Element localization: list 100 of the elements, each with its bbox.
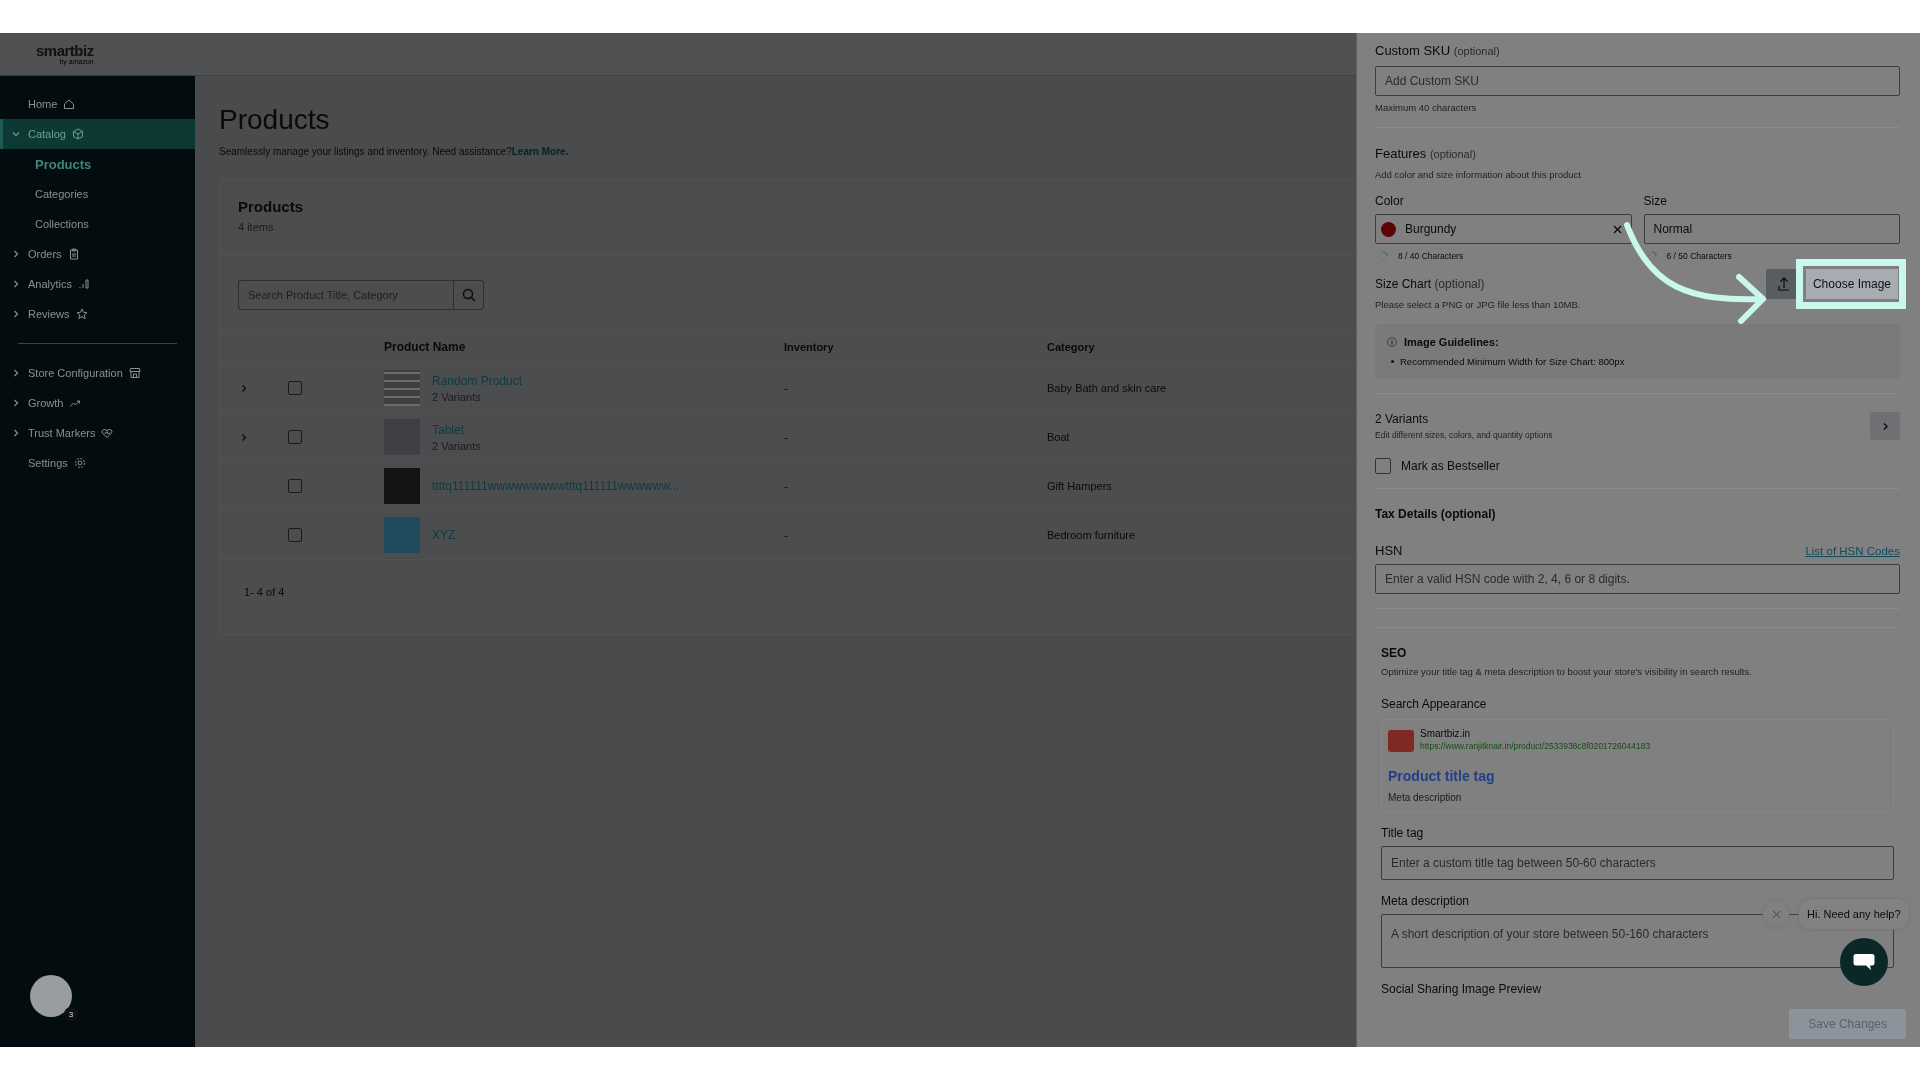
row-checkbox[interactable] (288, 430, 302, 444)
chevron-icon (12, 310, 20, 318)
info-icon (1387, 337, 1397, 347)
table-cell-text: Baby Bath and skin care (1047, 382, 1168, 394)
loading-ring-icon (1646, 251, 1657, 261)
field-hint: Maximum 40 characters (1375, 102, 1478, 113)
sidebar-item[interactable]: Settings (0, 448, 195, 478)
field-label: HSN (1375, 543, 1403, 558)
chat-bubble[interactable]: Hi. Need any help? (1799, 899, 1909, 929)
sidebar-item[interactable]: Orders (0, 239, 195, 269)
section-description: Edit different sizes, colors, and quantity options (1375, 430, 1553, 440)
column-header: Product Name (384, 340, 467, 354)
site-logo (1388, 730, 1414, 752)
table-cell-text: - (784, 480, 789, 492)
notification-badge: 3 (64, 1007, 78, 1021)
field-label: Title tag (1381, 826, 1425, 840)
clip-icon (67, 248, 80, 260)
column-header: Inventory (784, 341, 835, 353)
card-title: Products (238, 198, 304, 215)
table-cell-text: - (784, 382, 789, 394)
page-subtitle: Seamlessly manage your listings and inventory. Need assistance? (219, 146, 512, 157)
cube-icon (71, 128, 84, 140)
expand-chevron-icon[interactable] (240, 383, 248, 393)
row-checkbox[interactable] (288, 528, 302, 542)
bars-icon (78, 278, 91, 290)
table-cell-text: Gift Hampers (1047, 480, 1113, 492)
home-icon (63, 98, 76, 110)
sidebar-item[interactable]: Growth (0, 388, 195, 418)
close-icon (1771, 909, 1781, 919)
field-label: Custom SKU (1375, 43, 1451, 58)
search-button[interactable] (453, 280, 484, 310)
store-icon (128, 367, 141, 379)
section-title: Tax Details (optional) (1375, 507, 1497, 521)
trend-icon (69, 397, 82, 409)
section-title: Features (1375, 146, 1427, 161)
sidebar-item[interactable]: Catalog (0, 119, 195, 149)
guidelines-title: Image Guidelines: (1404, 336, 1499, 348)
column-header: Category (1047, 341, 1096, 353)
star-icon (75, 308, 88, 320)
color-field[interactable]: Burgundy (1375, 214, 1632, 244)
expand-chevron-icon[interactable] (240, 432, 248, 442)
site-name: Smartbiz.in (1420, 728, 1471, 739)
field-label: Meta description (1381, 894, 1471, 908)
size-field[interactable]: Normal (1643, 214, 1900, 244)
optional-note: (optional) (1429, 148, 1476, 160)
field-label: Size Chart (1375, 277, 1432, 291)
checkbox-label: Mark as Bestseller (1401, 459, 1500, 473)
clear-icon[interactable] (1612, 224, 1622, 234)
section-description: Optimize your title tag & meta description to boost your store's visibility in search results. (1381, 666, 1753, 677)
section-title: 2 Variants (1375, 412, 1430, 426)
sidebar-subitem[interactable]: Collections (0, 209, 195, 239)
loading-ring-icon (1378, 251, 1388, 261)
preview-title: Product title tag (1388, 768, 1496, 784)
guideline-text: Recommended Minimum Width for Size Chart: 800px (1400, 356, 1625, 367)
optional-note: (optional) (1453, 45, 1500, 57)
bullet-icon (1391, 360, 1394, 363)
field-label: Social Sharing Image Preview (1381, 982, 1543, 996)
row-checkbox[interactable] (288, 479, 302, 493)
hsn-field[interactable]: Enter a valid HSN code with 2, 4, 6 or 8 digits. (1375, 564, 1900, 594)
upload-icon (1777, 277, 1790, 291)
chevron-icon (12, 429, 20, 437)
bestseller-checkbox[interactable] (1375, 458, 1391, 474)
product-thumbnail (384, 468, 420, 504)
chat-button[interactable] (1840, 938, 1888, 986)
chevron-right-icon (1881, 421, 1889, 431)
pagination-text: 1- 4 of 4 (243, 585, 286, 600)
table-cell-text: Bedroom furniture (1047, 529, 1137, 541)
custom-sku-field[interactable]: Add Custom SKU (1375, 66, 1900, 96)
search-icon (461, 288, 476, 302)
next-button[interactable] (1870, 412, 1900, 440)
preview-description: Meta description (1388, 792, 1463, 803)
chevron-icon (12, 399, 20, 407)
page-url: https://www.ranjitknair.in/product/2533938c8f0201726044183 (1420, 741, 1651, 751)
account-avatar[interactable] (30, 975, 72, 1017)
section-title: SEO (1381, 646, 1408, 660)
field-hint: Please select a PNG or JPG file less than 10MB. (1375, 299, 1581, 310)
sidebar-item[interactable]: Reviews (0, 299, 195, 329)
field-label: Size (1643, 194, 1668, 208)
product-thumbnail (384, 370, 420, 406)
title-tag-field[interactable]: Enter a custom title tag between 50-60 characters (1381, 846, 1894, 880)
gear-icon (73, 457, 86, 469)
chevron-icon (12, 280, 20, 288)
chat-icon (1853, 953, 1875, 971)
choose-image-button[interactable]: Choose Image (1805, 269, 1898, 299)
character-counter: 6 / 50 Characters (1666, 251, 1732, 261)
sidebar-item[interactable]: Trust Markers (0, 418, 195, 448)
table-cell-text: Boat (1047, 431, 1071, 443)
section-description: Add color and size information about this product (1375, 169, 1582, 180)
sidebar-item[interactable]: Analytics (0, 269, 195, 299)
sidebar-subitem[interactable]: Products (0, 149, 195, 179)
page-title: Products (219, 104, 331, 136)
row-checkbox[interactable] (288, 381, 302, 395)
sidebar-item[interactable]: Store Configuration (0, 358, 195, 388)
character-counter: 8 / 40 Characters (1398, 251, 1464, 261)
field-label: Search Appearance (1381, 697, 1488, 711)
field-label: Color (1375, 194, 1405, 208)
sidebar-subitem[interactable]: Categories (0, 179, 195, 209)
table-cell-text: - (784, 529, 789, 541)
sidebar-item[interactable]: Home (0, 89, 195, 119)
chevron-icon (12, 130, 20, 138)
